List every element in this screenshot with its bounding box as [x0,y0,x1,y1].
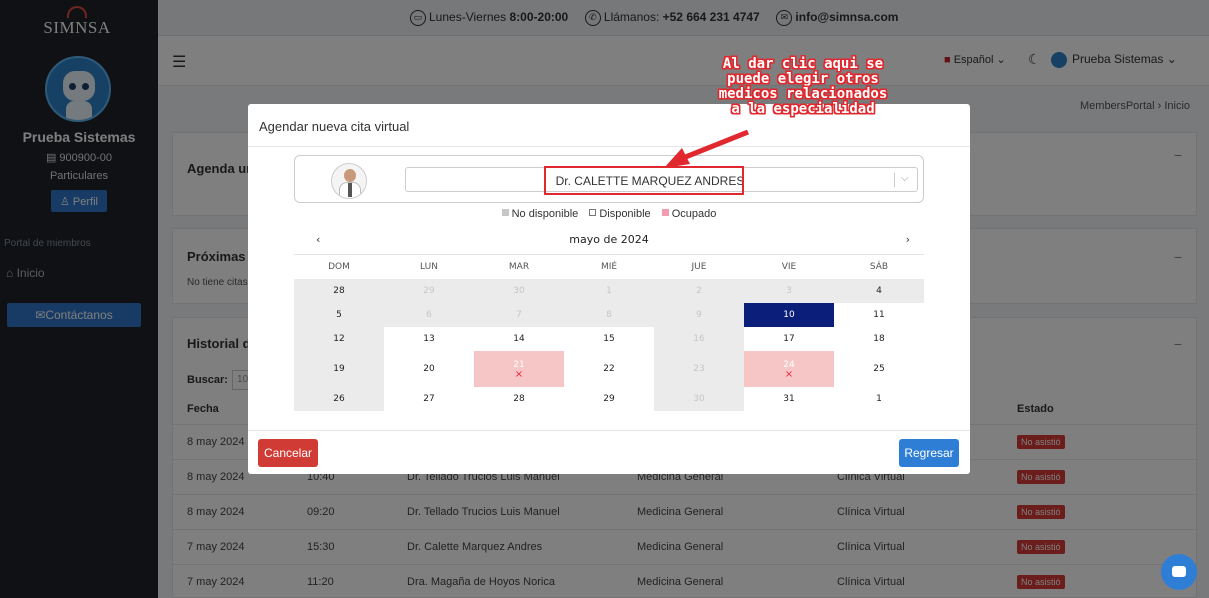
calendar-day[interactable]: 17 [744,327,834,351]
calendar-day[interactable]: 29 [564,387,654,411]
cancel-button[interactable]: Cancelar [258,439,318,467]
calendar-day-selected[interactable]: 10 [744,303,834,327]
calendar: ‹ mayo de 2024 › DOM LUN MAR MIÉ JUE VIE SÁB 2… [294,225,924,415]
calendar-day[interactable]: 25 [834,351,924,387]
calendar-day: 26 [294,387,384,411]
calendar-day[interactable]: 11 [834,303,924,327]
calendar-day: 2 [654,279,744,303]
calendar-day[interactable]: 18 [834,327,924,351]
calendar-month: mayo de 2024 [569,233,649,246]
available-swatch [589,209,597,216]
calendar-week: 26 27 28 29 30 31 1 [294,387,924,411]
calendar-day: 28 [294,279,384,303]
calendar-day[interactable]: 31 [744,387,834,411]
calendar-week: 12 13 14 15 16 17 18 [294,327,924,351]
calendar-day[interactable]: 1 [834,387,924,411]
calendar-week: 28 29 30 1 2 3 4 [294,279,924,303]
calendar-day: 3 [744,279,834,303]
modal-title: Agendar nueva cita virtual [259,119,410,134]
calendar-day-busy: 24 × [744,351,834,387]
busy-x-icon: × [784,368,794,380]
calendar-day: 8 [564,303,654,327]
busy-swatch [661,209,669,216]
back-button[interactable]: Regresar [899,439,959,467]
calendar-week: 5 6 7 8 9 10 11 [294,303,924,327]
calendar-day: 16 [654,327,744,351]
schedule-appointment-modal: Agendar nueva cita virtual Dr. CALETTE M… [248,104,970,474]
calendar-day[interactable]: 13 [384,327,474,351]
calendar-day[interactable]: 15 [564,327,654,351]
calendar-day[interactable]: 14 [474,327,564,351]
calendar-day: 1 [564,279,654,303]
chevron-down-icon: ⌵ [901,173,909,184]
calendar-day: 9 [654,303,744,327]
divider [248,430,970,431]
busy-x-icon: × [514,368,524,380]
annotation-text: Al dar clic aqui se puede elegir otros m… [718,56,888,117]
calendar-day: 12 [294,327,384,351]
calendar-week: 19 20 21 × 22 23 24 × 25 [294,351,924,387]
calendar-header: ‹ mayo de 2024 › [294,225,924,255]
calendar-day: 23 [654,351,744,387]
calendar-day: 6 [384,303,474,327]
calendar-day[interactable]: 22 [564,351,654,387]
weekday-row: DOM LUN MAR MIÉ JUE VIE SÁB [328,262,889,272]
calendar-day: 30 [474,279,564,303]
calendar-grid: DOM LUN MAR MIÉ JUE VIE SÁB 28 29 30 1 2 3 4 5… [294,255,924,411]
annotation-highlight-box [544,166,744,195]
unavailable-swatch [501,209,509,216]
doctor-avatar [331,163,367,199]
next-month-icon[interactable]: › [906,233,910,246]
calendar-day[interactable]: 27 [384,387,474,411]
calendar-day-busy: 21 × [474,351,564,387]
calendar-day: 4 [834,279,924,303]
calendar-day: 19 [294,351,384,387]
calendar-day: 7 [474,303,564,327]
calendar-day: 29 [384,279,474,303]
chat-icon[interactable] [1161,554,1197,590]
divider [248,146,970,147]
annotation-arrow-icon [664,130,749,168]
calendar-day[interactable]: 28 [474,387,564,411]
calendar-day: 30 [654,387,744,411]
calendar-legend: No disponible Disponible Ocupado [248,208,970,220]
calendar-day: 5 [294,303,384,327]
calendar-day[interactable]: 20 [384,351,474,387]
